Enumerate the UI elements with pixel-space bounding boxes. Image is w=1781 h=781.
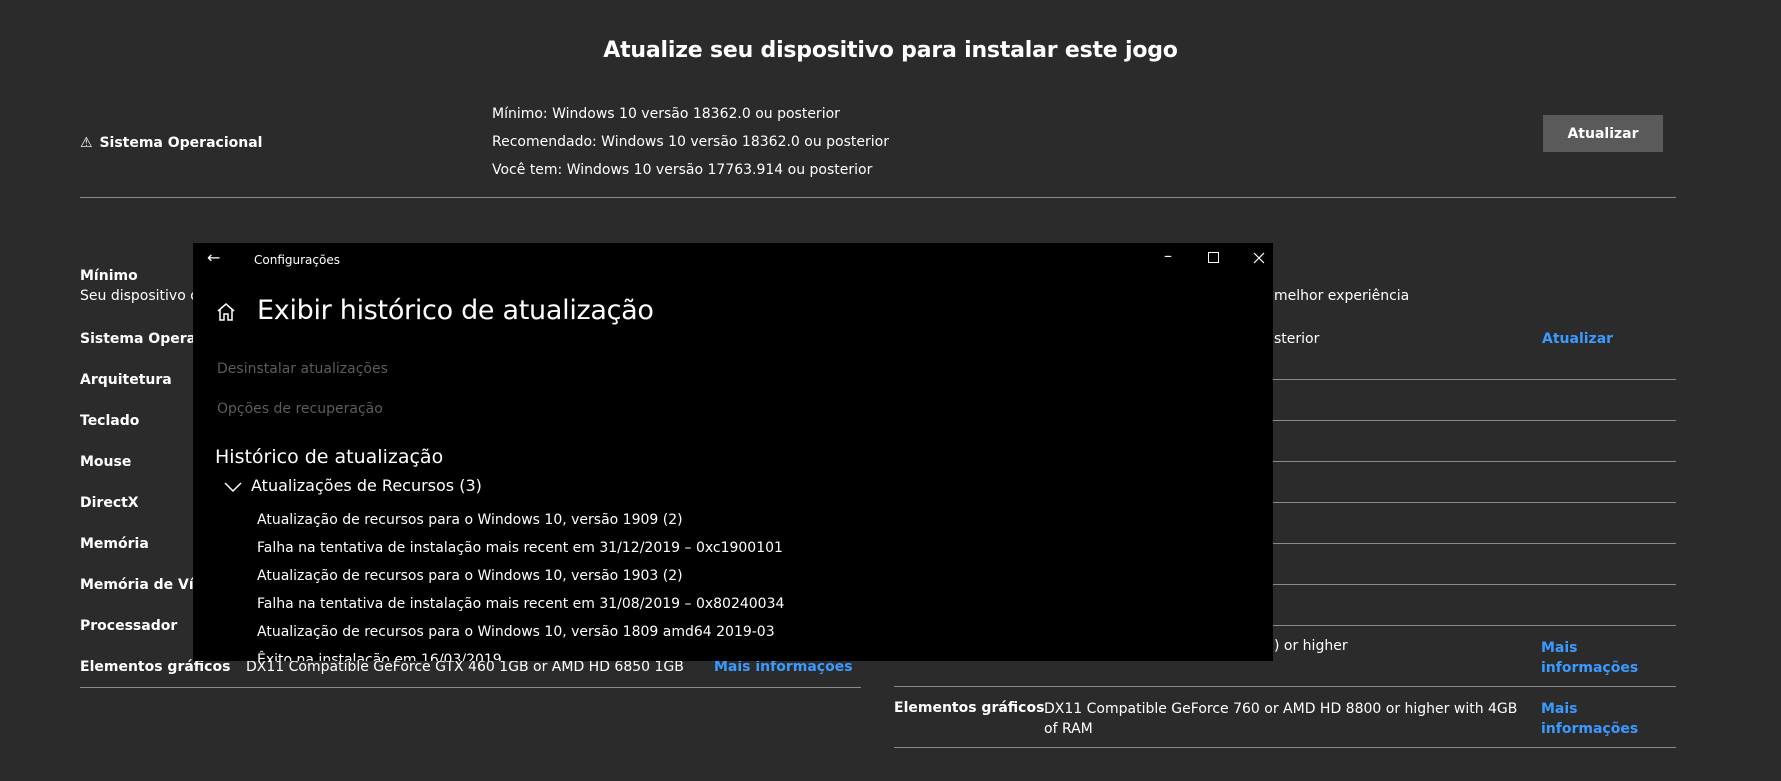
rec-os-update-link[interactable]: Atualizar (1542, 331, 1613, 347)
chevron-down-icon[interactable] (224, 479, 242, 493)
home-icon[interactable] (215, 301, 237, 323)
os-recommended-text: Recomendado: Windows 10 versão 18362.0 o… (492, 134, 889, 150)
os-minimum-text: Mínimo: Windows 10 versão 18362.0 ou pos… (492, 106, 840, 122)
os-requirement-label: ⚠ Sistema Operacional (80, 135, 262, 151)
uninstall-updates-link[interactable]: Desinstalar atualizações (217, 361, 388, 377)
minimum-heading: Mínimo (80, 268, 138, 284)
divider (1273, 461, 1676, 462)
page-title: Atualize seu dispositivo para instalar e… (603, 38, 1178, 63)
maximize-icon[interactable] (1203, 248, 1223, 267)
update-history-heading: Histórico de atualização (215, 446, 444, 468)
history-item[interactable]: Atualização de recursos para o Windows 1… (257, 512, 683, 528)
os-label-text: Sistema Operacional (99, 135, 263, 151)
divider (1273, 420, 1676, 421)
rec-graphics-label: Elementos gráficos (894, 700, 1045, 716)
rec-os-value: sterior (1274, 331, 1320, 347)
os-you-have-text: Você tem: Windows 10 versão 17763.914 ou… (492, 162, 873, 178)
back-arrow-icon[interactable]: ← (207, 248, 220, 267)
row-label-processor: Processador (80, 618, 178, 634)
divider (80, 687, 861, 688)
history-item-status: Êxito na instalação em 16/03/2019 (257, 652, 502, 661)
recovery-options-link[interactable]: Opções de recuperação (217, 401, 383, 417)
divider (1273, 543, 1676, 544)
feature-updates-group[interactable]: Atualizações de Recursos (3) (251, 476, 482, 495)
settings-window: ← Configurações – Exibir histórico de at… (193, 243, 1273, 661)
row-label-graphics: Elementos gráficos (80, 659, 231, 675)
divider (1273, 625, 1676, 626)
settings-page-title: Exibir histórico de atualização (257, 295, 654, 326)
row-label-directx: DirectX (80, 495, 139, 511)
minimum-subtitle: Seu dispositivo d (80, 288, 200, 304)
history-item[interactable]: Atualização de recursos para o Windows 1… (257, 568, 683, 584)
row-label-memory: Memória (80, 536, 149, 552)
warning-icon: ⚠ (80, 135, 93, 151)
window-title: Configurações (254, 253, 340, 267)
row-label-architecture: Arquitetura (80, 372, 172, 388)
update-button[interactable]: Atualizar (1543, 115, 1663, 152)
row-label-mouse: Mouse (80, 454, 132, 470)
recommended-subtitle: melhor experiência (1274, 288, 1410, 304)
history-item-status: Falha na tentativa de instalação mais re… (257, 596, 785, 612)
rec-processor-value: ) or higher (1274, 638, 1348, 654)
divider (894, 686, 1676, 687)
history-item-status: Falha na tentativa de instalação mais re… (257, 540, 783, 556)
divider (1273, 584, 1676, 585)
rec-graphics-value: DX11 Compatible GeForce 760 or AMD HD 88… (1044, 701, 1518, 737)
min-graphics-value: DX11 Compatible GeForce GTX 460 1GB or A… (246, 659, 684, 675)
divider (80, 197, 1676, 198)
minimize-icon[interactable]: – (1158, 246, 1178, 265)
close-icon[interactable] (1249, 248, 1269, 268)
rec-processor-more-info-link[interactable]: Mais informações (1541, 638, 1651, 678)
row-label-keyboard: Teclado (80, 413, 140, 429)
divider (1273, 379, 1676, 380)
divider (894, 747, 1676, 748)
rec-graphics-more-info-link[interactable]: Mais informações (1541, 699, 1651, 739)
history-item[interactable]: Atualização de recursos para o Windows 1… (257, 624, 775, 640)
divider (1273, 502, 1676, 503)
min-graphics-more-info-link[interactable]: Mais informações (714, 659, 853, 675)
